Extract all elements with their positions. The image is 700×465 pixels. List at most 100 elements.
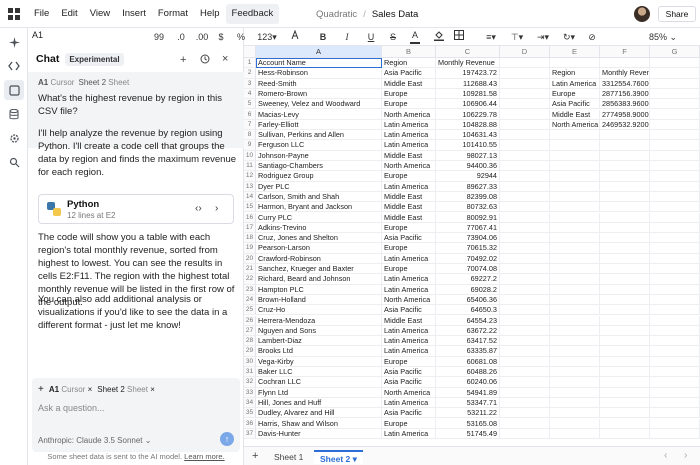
grid-cell[interactable] [600, 150, 650, 161]
clear-format-icon[interactable]: ⊘ [586, 30, 598, 44]
grid-cell[interactable] [650, 150, 700, 161]
cell-reference[interactable]: A1 [32, 30, 43, 40]
grid-cell[interactable] [600, 222, 650, 234]
summary-cell[interactable]: 3312554.7600 [600, 78, 650, 89]
grid-cell[interactable]: Account Name [256, 58, 382, 69]
grid-cell[interactable] [500, 68, 550, 79]
grid-cell[interactable] [550, 202, 600, 213]
grid-cell[interactable] [550, 233, 600, 244]
grid-cell[interactable]: Romero-Brown [256, 88, 382, 100]
grid-cell[interactable] [600, 191, 650, 203]
currency-button[interactable]: $ [216, 30, 226, 44]
row-header[interactable]: 34 [244, 397, 256, 409]
summary-cell[interactable]: Europe [550, 88, 600, 100]
grid-cell[interactable] [650, 264, 700, 275]
grid-cell[interactable]: Middle East [382, 315, 436, 326]
grid-cell[interactable]: Europe [382, 243, 436, 254]
grid-cell[interactable] [600, 253, 650, 264]
row-header[interactable]: 14 [244, 191, 256, 203]
grid-cell[interactable]: Europe [382, 418, 436, 429]
underline-icon[interactable]: U [366, 30, 376, 44]
grid-cell[interactable] [550, 397, 600, 409]
grid-cell[interactable]: Europe [382, 171, 436, 182]
summary-cell[interactable]: Region [550, 68, 600, 79]
grid-cell[interactable] [650, 408, 700, 419]
grid-cell[interactable]: North America [382, 109, 436, 120]
grid-cell[interactable] [600, 418, 650, 429]
grid-cell[interactable]: Latin America [382, 253, 436, 264]
grid-cell[interactable]: Pearson-Larson [256, 243, 382, 254]
row-header[interactable]: 20 [244, 253, 256, 264]
row-header[interactable]: 13 [244, 181, 256, 192]
row-header[interactable]: 30 [244, 356, 256, 367]
close-icon[interactable]: × [222, 53, 228, 65]
grid-cell[interactable]: 94400.36 [436, 161, 500, 172]
grid-cell[interactable]: Curry PLC [256, 212, 382, 223]
column-header[interactable]: F [600, 46, 650, 58]
grid-cell[interactable] [500, 212, 550, 223]
add-context-plus-icon[interactable]: + [38, 384, 44, 395]
grid-cell[interactable]: Hampton PLC [256, 284, 382, 295]
grid-cell[interactable]: Cochran LLC [256, 377, 382, 388]
text-color-icon[interactable]: A [410, 30, 420, 44]
grid-cell[interactable]: Europe [382, 356, 436, 367]
text-wrap-icon[interactable]: ⇥▾ [534, 30, 552, 44]
grid-cell[interactable] [650, 191, 700, 203]
grid-cell[interactable]: 64554.23 [436, 315, 500, 326]
row-header[interactable]: 31 [244, 367, 256, 378]
grid-cell[interactable]: Harris, Shaw and Wilson [256, 418, 382, 429]
italic-icon[interactable]: I [342, 30, 352, 44]
grid-cell[interactable]: Johnson-Payne [256, 150, 382, 161]
grid-cell[interactable] [500, 284, 550, 295]
grid-cell[interactable]: Asia Pacific [382, 68, 436, 79]
grid-cell[interactable] [600, 181, 650, 192]
grid-cell[interactable] [650, 305, 700, 316]
row-header[interactable]: 2 [244, 68, 256, 79]
grid-cell[interactable] [650, 356, 700, 367]
grid-cell[interactable]: 106906.44 [436, 99, 500, 110]
grid-cell[interactable]: Reed-Smith [256, 78, 382, 89]
grid-cell[interactable] [550, 356, 600, 367]
grid-cell[interactable] [650, 119, 700, 131]
grid-cell[interactable]: 63672.22 [436, 325, 500, 337]
grid-cell[interactable] [650, 346, 700, 357]
grid-cell[interactable] [550, 161, 600, 172]
row-header[interactable]: 22 [244, 274, 256, 285]
row-header[interactable]: 8 [244, 130, 256, 141]
menu-insert[interactable]: Insert [116, 4, 152, 24]
grid-cell[interactable] [600, 58, 650, 69]
grid-cell[interactable] [600, 243, 650, 254]
grid-cell[interactable] [550, 284, 600, 295]
grid-cell[interactable] [600, 202, 650, 213]
grid-cell[interactable] [600, 171, 650, 182]
grid-cell[interactable] [650, 109, 700, 120]
grid-cell[interactable] [500, 336, 550, 347]
grid-cell[interactable] [600, 212, 650, 223]
grid-cell[interactable] [500, 387, 550, 398]
row-header[interactable]: 5 [244, 99, 256, 110]
column-header[interactable]: B [382, 46, 436, 58]
grid-cell[interactable] [600, 284, 650, 295]
grid-cell[interactable]: 101410.55 [436, 140, 500, 151]
grid-cell[interactable] [550, 377, 600, 388]
menu-view[interactable]: View [84, 4, 116, 24]
grid-cell[interactable] [500, 233, 550, 244]
grid-cell[interactable] [600, 397, 650, 409]
chat-panel-icon[interactable] [4, 80, 24, 100]
row-header[interactable]: 32 [244, 377, 256, 388]
column-header[interactable]: A [256, 46, 382, 58]
grid-cell[interactable] [550, 171, 600, 182]
grid-cell[interactable]: Latin America [382, 130, 436, 141]
grid-cell[interactable] [650, 233, 700, 244]
grid-cell[interactable]: Ferguson LLC [256, 140, 382, 151]
grid-cell[interactable]: Middle East [382, 191, 436, 203]
grid-cell[interactable]: 69028.2 [436, 284, 500, 295]
row-header[interactable]: 9 [244, 140, 256, 151]
grid-cell[interactable] [550, 336, 600, 347]
model-selector[interactable]: Anthropic: Claude 3.5 Sonnet ⌄ [38, 436, 151, 445]
grid-cell[interactable] [600, 336, 650, 347]
grid-cell[interactable] [650, 397, 700, 409]
grid-cell[interactable]: 70492.02 [436, 253, 500, 264]
grid-cell[interactable] [500, 428, 550, 440]
grid-cell[interactable]: Nguyen and Sons [256, 325, 382, 337]
